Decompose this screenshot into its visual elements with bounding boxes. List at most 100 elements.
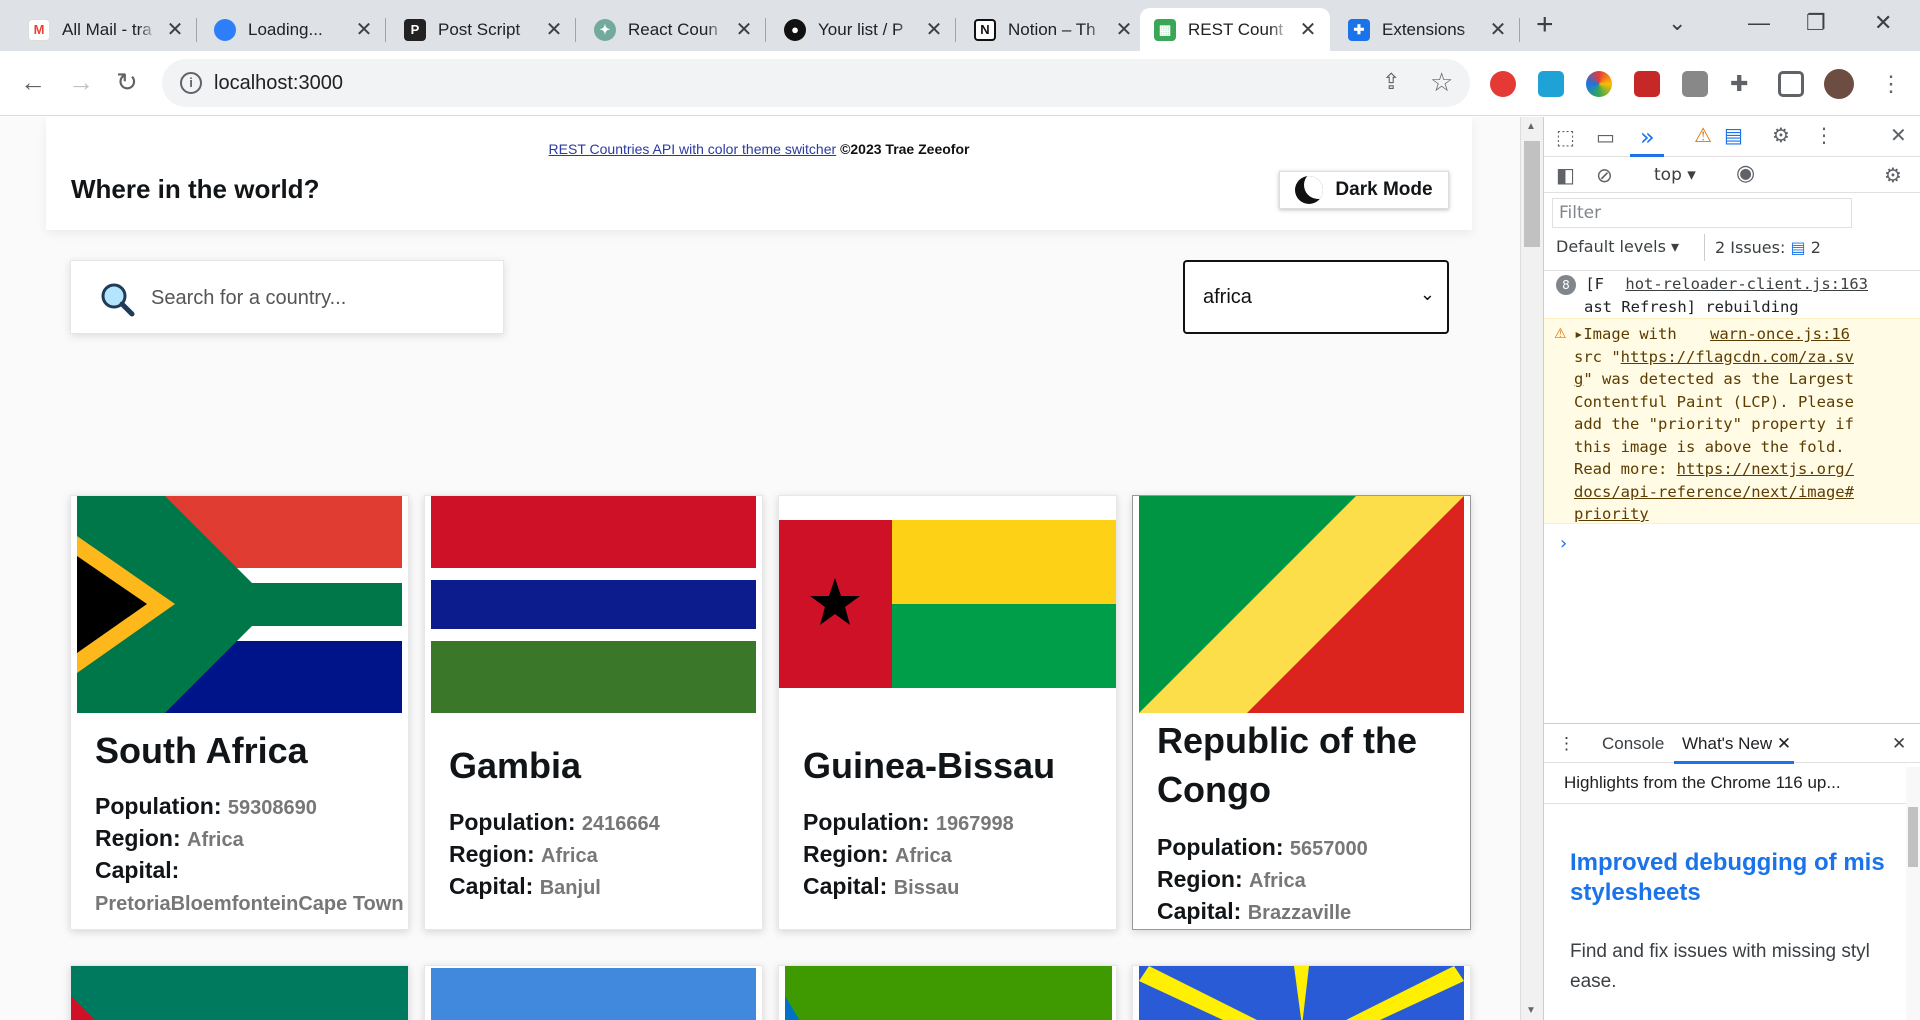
- page-title: Where in the world?: [71, 174, 320, 204]
- site-info-icon[interactable]: i: [180, 72, 202, 94]
- close-icon[interactable]: ✕: [1488, 17, 1508, 42]
- drawer-scrollbar[interactable]: [1906, 767, 1920, 1020]
- console-prompt-icon[interactable]: ›: [1560, 533, 1567, 554]
- browser-tab-react-counter[interactable]: ✦ React Coun ✕: [580, 8, 766, 51]
- avatar[interactable]: [1824, 69, 1854, 99]
- close-icon[interactable]: ✕: [165, 17, 185, 42]
- extension-red-icon[interactable]: [1634, 71, 1660, 97]
- drawer-menu-icon[interactable]: ⋮: [1558, 734, 1575, 754]
- browser-tab-github[interactable]: ● Your list / P ✕: [770, 8, 956, 51]
- adblock-icon[interactable]: [1490, 71, 1516, 97]
- dark-mode-button[interactable]: Dark Mode: [1279, 171, 1449, 209]
- search-input[interactable]: [151, 279, 471, 317]
- warn-text: src ": [1574, 347, 1621, 366]
- scroll-down-icon[interactable]: ▼: [1526, 1005, 1536, 1016]
- close-icon[interactable]: ✕: [1114, 17, 1134, 42]
- share-icon[interactable]: ⇪: [1382, 69, 1400, 95]
- region-filter-select[interactable]: africa ⌄: [1183, 260, 1449, 334]
- flag-url-link[interactable]: g: [1574, 370, 1583, 388]
- browser-tab-gmail[interactable]: M All Mail - tra ✕: [14, 8, 197, 51]
- more-tabs-icon[interactable]: »: [1640, 123, 1655, 151]
- country-card[interactable]: [778, 965, 1117, 1020]
- close-icon[interactable]: ✕: [354, 17, 374, 42]
- region-row: Region: Africa: [95, 825, 244, 852]
- devtools-close-icon[interactable]: ✕: [1890, 123, 1907, 147]
- inspect-element-icon[interactable]: ⬚: [1556, 125, 1575, 149]
- extension-icon[interactable]: [1538, 71, 1564, 97]
- whats-new-heading[interactable]: Improved debugging of mis stylesheets: [1570, 848, 1900, 908]
- drawer-scrollbar-thumb[interactable]: [1908, 807, 1918, 867]
- flag-url-link[interactable]: https://flagcdn.com/za.sv: [1621, 348, 1854, 366]
- warning-icon[interactable]: ⚠: [1694, 123, 1712, 147]
- docs-link[interactable]: docs/api-reference/next/image#: [1574, 483, 1854, 501]
- bookmark-star-icon[interactable]: ☆: [1430, 67, 1453, 98]
- credit-link[interactable]: REST Countries API with color theme swit…: [549, 141, 837, 157]
- back-icon[interactable]: ←: [20, 67, 46, 97]
- minimize-icon[interactable]: —: [1748, 10, 1770, 36]
- country-card[interactable]: [1132, 965, 1471, 1020]
- browser-tab-extensions[interactable]: ✚ Extensions ✕: [1334, 8, 1520, 51]
- browser-tab-postscript[interactable]: P Post Script ✕: [390, 8, 576, 51]
- country-card-republic-of-the-congo[interactable]: Republic of the Congo Population: 565700…: [1132, 495, 1471, 930]
- extensions-puzzle-icon[interactable]: ✚: [1730, 71, 1756, 97]
- country-card[interactable]: [424, 965, 763, 1020]
- forward-icon[interactable]: →: [68, 67, 94, 97]
- region-row: Region: Africa: [1157, 866, 1306, 893]
- extension-gray-icon[interactable]: [1682, 71, 1708, 97]
- docs-link[interactable]: priority: [1574, 505, 1649, 523]
- capital-label: Capital:: [449, 873, 534, 899]
- menu-kebab-icon[interactable]: ⋮: [1878, 71, 1904, 97]
- color-picker-icon[interactable]: [1586, 71, 1612, 97]
- scrollbar-thumb[interactable]: [1524, 141, 1540, 247]
- reload-icon[interactable]: ↻: [116, 67, 138, 97]
- issues-button[interactable]: 2 Issues: ▤ 2: [1704, 234, 1831, 261]
- country-card-gambia[interactable]: Gambia Population: 2416664 Region: Afric…: [424, 495, 763, 930]
- window-close-icon[interactable]: ✕: [1874, 10, 1892, 36]
- close-icon[interactable]: ✕: [1298, 17, 1318, 42]
- devtools-menu-icon[interactable]: ⋮: [1814, 123, 1834, 147]
- tab-title: Extensions: [1382, 19, 1466, 39]
- log-text: [F: [1585, 275, 1605, 293]
- tab-whats-new[interactable]: What's New ✕: [1682, 734, 1791, 754]
- address-bar[interactable]: i localhost:3000 ⇪ ☆: [162, 59, 1470, 107]
- context-selector[interactable]: top ▾: [1654, 165, 1696, 185]
- page-scrollbar[interactable]: ▲ ▼: [1520, 117, 1543, 1020]
- docs-link[interactable]: https://nextjs.org/: [1677, 460, 1854, 478]
- console-filter-input[interactable]: Filter: [1552, 198, 1852, 228]
- scroll-up-icon[interactable]: ▲: [1526, 121, 1536, 132]
- region-row: Region: Africa: [449, 841, 598, 868]
- region-label: Region:: [449, 841, 535, 867]
- capital-value-row: PretoriaBloemfonteinCape Town: [95, 889, 404, 916]
- page-viewport: REST Countries API with color theme swit…: [0, 117, 1520, 1020]
- issues-message-icon: ▤: [1790, 238, 1806, 257]
- close-icon[interactable]: ✕: [734, 17, 754, 42]
- live-expression-eye-icon[interactable]: ◉: [1736, 161, 1755, 186]
- source-link[interactable]: hot-reloader-client.js:163: [1625, 275, 1868, 293]
- clear-console-icon[interactable]: ⊘: [1596, 163, 1613, 187]
- issues-message-icon[interactable]: ▤: [1724, 123, 1743, 147]
- browser-tab-notion[interactable]: N Notion – Th ✕: [960, 8, 1146, 51]
- device-toolbar-icon[interactable]: ▭: [1596, 125, 1615, 149]
- country-card-guinea-bissau[interactable]: Guinea-Bissau Population: 1967998 Region…: [778, 495, 1117, 930]
- country-card-south-africa[interactable]: South Africa Population: 59308690 Region…: [70, 495, 409, 930]
- browser-tab-rest-countries[interactable]: ▦ REST Count ✕: [1140, 8, 1330, 51]
- country-card[interactable]: [70, 965, 409, 1020]
- tab-console[interactable]: Console: [1602, 734, 1664, 754]
- log-levels-dropdown[interactable]: Default levels ▾: [1556, 237, 1679, 256]
- browser-tab-loading[interactable]: Loading... ✕: [200, 8, 386, 51]
- url-text[interactable]: localhost:3000: [214, 72, 343, 95]
- tab-search-icon[interactable]: ⌄: [1668, 10, 1686, 36]
- warn-text: Contentful Paint (LCP). Please: [1574, 392, 1854, 411]
- new-tab-icon[interactable]: +: [1536, 10, 1554, 40]
- tab-title: Your list / P: [818, 19, 904, 39]
- close-icon[interactable]: ✕: [544, 17, 564, 42]
- close-icon[interactable]: ✕: [924, 17, 944, 42]
- devtools-top-toolbar: ⬚ ▭ » ⚠ ▤ ⚙ ⋮ ✕: [1544, 117, 1920, 157]
- console-settings-icon[interactable]: ⚙: [1884, 163, 1902, 187]
- side-panel-icon[interactable]: [1778, 71, 1804, 97]
- sidebar-toggle-icon[interactable]: ◧: [1556, 163, 1575, 187]
- source-link[interactable]: warn-once.js:16: [1710, 325, 1850, 343]
- drawer-close-icon[interactable]: ✕: [1892, 734, 1906, 754]
- settings-gear-icon[interactable]: ⚙: [1772, 123, 1790, 147]
- restore-icon[interactable]: ❐: [1806, 10, 1826, 36]
